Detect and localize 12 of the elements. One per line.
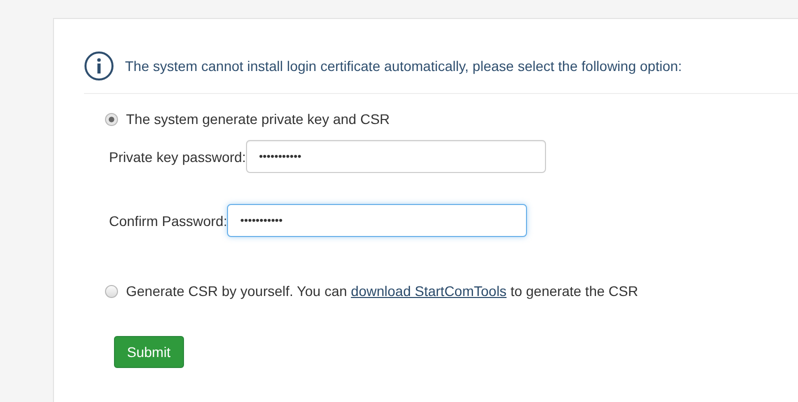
radio-button[interactable]	[105, 112, 118, 126]
download-link[interactable]: download StartComTools	[350, 283, 507, 299]
field-label: Private key password:	[109, 148, 246, 164]
option-label: Generate CSR by yourself. You can download StartComTools to generate the CSR	[126, 283, 638, 299]
notice-text: The system cannot install login certificate automatically, please select the following option:	[125, 58, 682, 74]
password-field[interactable]: •••••••••••	[227, 204, 528, 237]
field-label: Confirm Password:	[109, 212, 228, 228]
radio-button[interactable]	[105, 284, 118, 298]
password-field[interactable]: •••••••••••	[246, 140, 546, 173]
option-label: The system generate private key and CSR	[126, 111, 390, 127]
submit-button[interactable]: Submit	[114, 336, 184, 368]
info-icon	[84, 51, 114, 81]
